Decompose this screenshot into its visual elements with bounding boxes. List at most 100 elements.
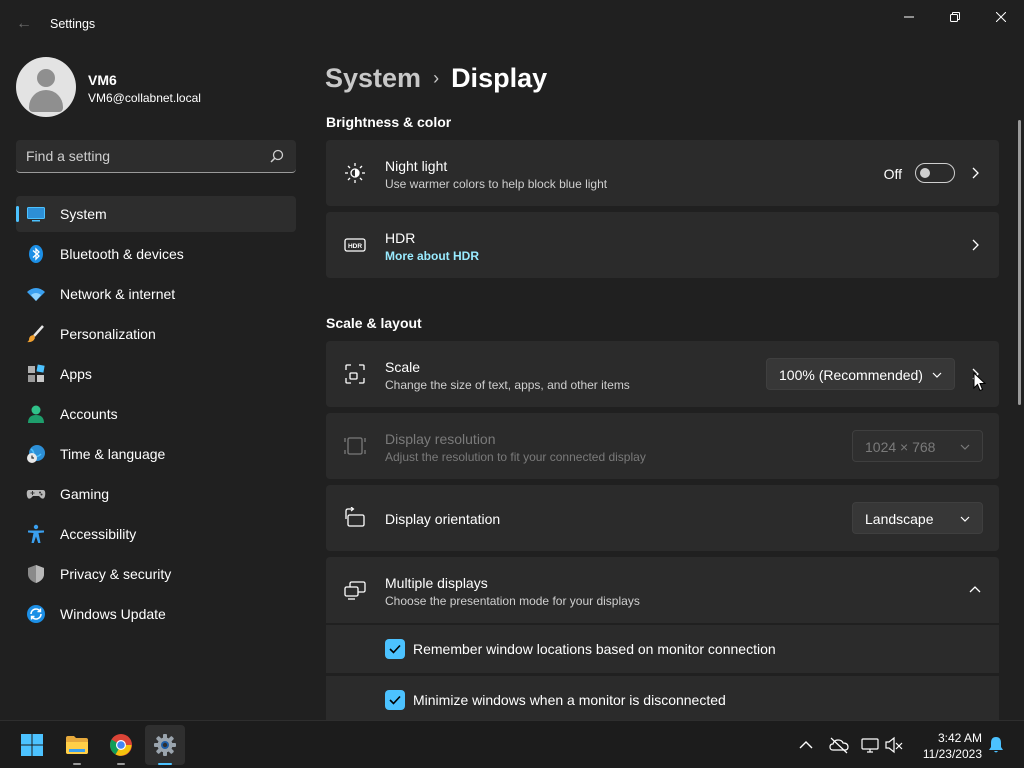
back-arrow-icon[interactable]: ← xyxy=(14,14,34,34)
notification-icon[interactable] xyxy=(986,735,1006,755)
scale-icon xyxy=(345,364,365,384)
sidebar-item-privacy[interactable]: Privacy & security xyxy=(16,556,296,592)
settings-icon xyxy=(154,734,176,756)
mouse-cursor-icon xyxy=(973,372,987,392)
network-icon[interactable] xyxy=(860,735,880,755)
sidebar-item-windows-update[interactable]: Windows Update xyxy=(16,596,296,632)
more-about-hdr-link[interactable]: More about HDR xyxy=(385,249,479,263)
sidebar-item-gaming[interactable]: Gaming xyxy=(16,476,296,512)
chrome-button[interactable] xyxy=(101,725,141,765)
close-button[interactable] xyxy=(978,4,1024,30)
resolution-icon xyxy=(344,437,366,455)
chevron-up-icon[interactable] xyxy=(796,735,816,755)
nav-list: System Bluetooth & devices Network & int… xyxy=(16,196,296,636)
display-resolution-title: Display resolution xyxy=(385,431,496,447)
display-resolution-subtitle: Adjust the resolution to fit your connec… xyxy=(385,450,646,464)
globe-clock-icon xyxy=(27,445,45,463)
sidebar-item-label: System xyxy=(60,206,107,222)
multiple-displays-title: Multiple displays xyxy=(385,575,488,591)
sidebar-item-personalization[interactable]: Personalization xyxy=(16,316,296,352)
night-light-card[interactable]: Night light Use warmer colors to help bl… xyxy=(326,140,999,206)
checkmark-icon xyxy=(389,644,401,654)
remember-window-locations-label: Remember window locations based on monit… xyxy=(413,641,776,657)
chevron-up-icon[interactable] xyxy=(969,584,981,596)
toggle-knob xyxy=(920,168,930,178)
scale-card[interactable]: Scale Change the size of text, apps, and… xyxy=(326,341,999,407)
restore-button[interactable] xyxy=(932,4,978,30)
night-light-title: Night light xyxy=(385,158,448,174)
minimize-windows-checkbox[interactable] xyxy=(385,690,405,710)
chevron-down-icon xyxy=(960,516,970,522)
onedrive-icon[interactable] xyxy=(829,735,849,755)
wifi-icon xyxy=(27,288,45,301)
running-indicator xyxy=(73,763,81,765)
sidebar-item-accessibility[interactable]: Accessibility xyxy=(16,516,296,552)
sidebar-item-accounts[interactable]: Accounts xyxy=(16,396,296,432)
hdr-card[interactable]: HDR HDR More about HDR xyxy=(326,212,999,278)
scale-value: 100% (Recommended) xyxy=(779,367,923,383)
minimize-icon xyxy=(904,16,914,18)
chevron-right-icon[interactable] xyxy=(969,167,981,179)
sidebar-item-network[interactable]: Network & internet xyxy=(16,276,296,312)
minimize-windows-row[interactable]: Minimize windows when a monitor is disco… xyxy=(326,676,999,720)
user-name: VM6 xyxy=(88,72,117,88)
app-title: Settings xyxy=(50,17,96,31)
clock-time: 3:42 AM xyxy=(937,731,982,745)
clock[interactable]: 3:42 AM 11/23/2023 xyxy=(910,730,982,762)
sidebar-item-label: Personalization xyxy=(60,326,156,342)
resolution-value: 1024 × 768 xyxy=(865,439,936,455)
display-orientation-card[interactable]: Display orientation Landscape xyxy=(326,485,999,551)
apps-icon xyxy=(28,364,45,382)
night-light-toggle[interactable] xyxy=(915,163,955,183)
minimize-windows-label: Minimize windows when a monitor is disco… xyxy=(413,692,726,708)
sidebar-item-label: Network & internet xyxy=(60,286,176,302)
sidebar-item-system[interactable]: System xyxy=(16,196,296,232)
night-light-icon xyxy=(345,163,365,183)
orientation-value: Landscape xyxy=(865,511,934,527)
night-light-subtitle: Use warmer colors to help block blue lig… xyxy=(385,177,608,191)
svg-text:HDR: HDR xyxy=(348,243,362,250)
orientation-dropdown[interactable]: Landscape xyxy=(852,502,983,534)
scale-dropdown[interactable]: 100% (Recommended) xyxy=(766,358,955,390)
sidebar-item-time-language[interactable]: Time & language xyxy=(16,436,296,472)
breadcrumb-parent[interactable]: System xyxy=(325,63,421,94)
sidebar: VM6 VM6@collabnet.local System Bluetooth… xyxy=(0,48,312,720)
chevron-right-icon[interactable] xyxy=(969,239,981,251)
orientation-icon xyxy=(345,507,365,527)
breadcrumb-separator-icon: › xyxy=(433,67,440,88)
settings-taskbar-button[interactable] xyxy=(145,725,185,765)
sidebar-item-apps[interactable]: Apps xyxy=(16,356,296,392)
file-explorer-button[interactable] xyxy=(57,725,97,765)
gamepad-icon xyxy=(26,490,46,499)
sidebar-item-label: Bluetooth & devices xyxy=(60,246,184,262)
multiple-displays-icon xyxy=(344,581,366,600)
sidebar-item-bluetooth[interactable]: Bluetooth & devices xyxy=(16,236,296,272)
accounts-icon xyxy=(28,405,44,423)
page-title: Display xyxy=(451,62,548,93)
search-box[interactable] xyxy=(16,140,296,173)
sidebar-item-label: Gaming xyxy=(60,486,110,502)
checkmark-icon xyxy=(389,695,401,705)
avatar-head xyxy=(37,69,55,87)
remember-window-locations-row[interactable]: Remember window locations based on monit… xyxy=(326,625,999,673)
accessibility-icon xyxy=(28,524,44,543)
search-input[interactable] xyxy=(26,147,256,165)
sidebar-item-label: Time & language xyxy=(60,446,166,462)
start-button[interactable] xyxy=(12,725,52,765)
multiple-displays-subtitle: Choose the presentation mode for your di… xyxy=(385,594,640,608)
sidebar-item-label: Apps xyxy=(60,366,92,382)
minimize-button[interactable] xyxy=(886,4,932,30)
avatar[interactable] xyxy=(16,57,76,117)
chrome-icon xyxy=(110,734,132,756)
close-icon xyxy=(996,12,1006,22)
title-bar: ← Settings xyxy=(0,0,1024,48)
running-indicator xyxy=(117,763,125,765)
multiple-displays-card[interactable]: Multiple displays Choose the presentatio… xyxy=(326,557,999,623)
avatar-body xyxy=(29,90,63,112)
volume-muted-icon[interactable] xyxy=(884,735,904,755)
scrollbar[interactable] xyxy=(1018,120,1021,405)
search-icon[interactable] xyxy=(270,149,284,163)
system-icon xyxy=(27,207,45,222)
remember-window-locations-checkbox[interactable] xyxy=(385,639,405,659)
clock-date: 11/23/2023 xyxy=(922,747,982,761)
